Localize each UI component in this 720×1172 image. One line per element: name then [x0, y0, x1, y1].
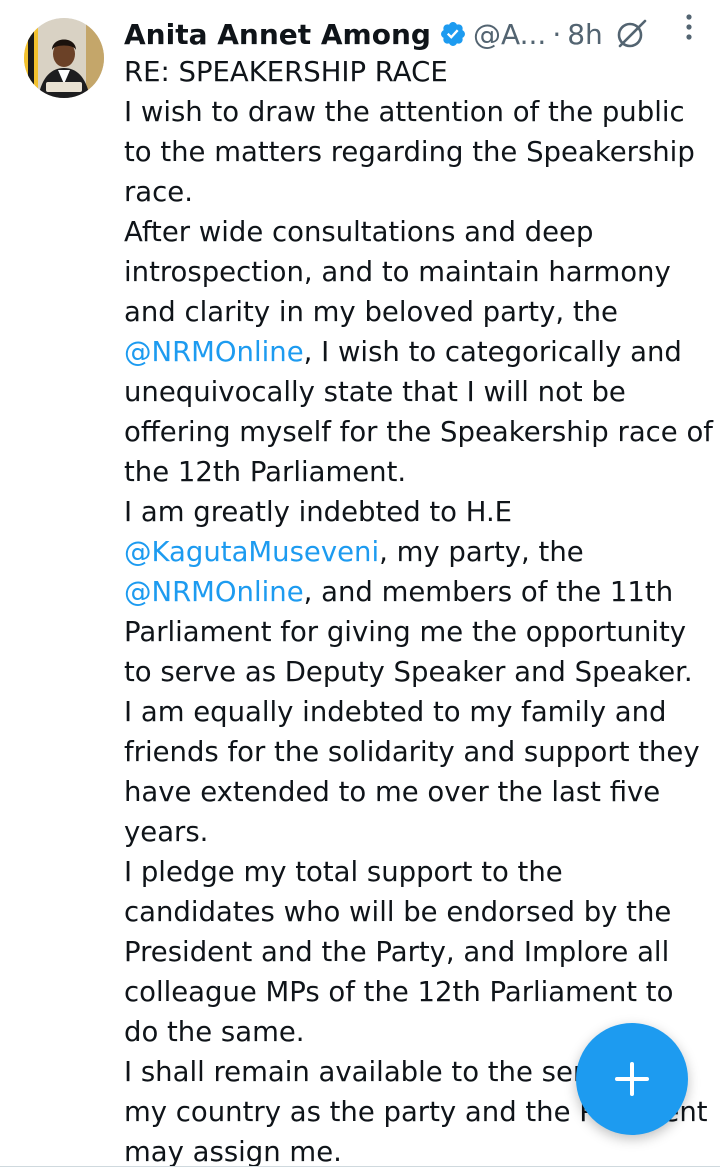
tweet-paragraph: I wish to draw the attention of the publ…: [124, 96, 695, 208]
verified-badge-icon: [439, 20, 467, 48]
mention-link-nrmonline[interactable]: @NRMOnline: [124, 576, 304, 608]
author-name[interactable]: Anita Annet Among: [124, 18, 431, 51]
paragraph-text: After wide consultations and deep intros…: [124, 216, 671, 328]
paragraph-text: , my party, the: [379, 536, 584, 568]
tweet-header: Anita Annet Among @A... · 8h: [124, 12, 714, 56]
avatar[interactable]: [24, 18, 104, 98]
tweet-paragraph: After wide consultations and deep intros…: [124, 212, 714, 492]
tweet-title: RE: SPEAKERSHIP RACE: [124, 56, 448, 88]
more-vertical-icon[interactable]: [682, 12, 696, 42]
mention-link-nrmonline[interactable]: @NRMOnline: [124, 336, 304, 368]
avatar-photo: [24, 18, 104, 98]
tweet-time[interactable]: 8h: [567, 18, 603, 51]
compose-button[interactable]: [576, 1023, 688, 1135]
mention-link-kagutamuseveni[interactable]: @KagutaMuseveni: [124, 536, 379, 568]
divider: [0, 1166, 720, 1167]
tweet-paragraph: I am equally indebted to my family and f…: [124, 696, 700, 848]
tweet-paragraph: I am greatly indebted to H.E @KagutaMuse…: [124, 492, 714, 692]
grok-icon[interactable]: [615, 17, 649, 51]
tweet-paragraph: I pledge my total support to the candida…: [124, 856, 674, 1048]
author-handle[interactable]: @A...: [473, 18, 546, 51]
tweet-text: RE: SPEAKERSHIP RACE I wish to draw the …: [124, 52, 714, 1172]
plus-icon: [615, 1062, 649, 1096]
tweet[interactable]: Anita Annet Among @A... · 8h RE: SPEAKER…: [124, 12, 714, 1172]
header-separator: ·: [552, 17, 562, 51]
paragraph-text: I am greatly indebted to H.E: [124, 496, 513, 528]
